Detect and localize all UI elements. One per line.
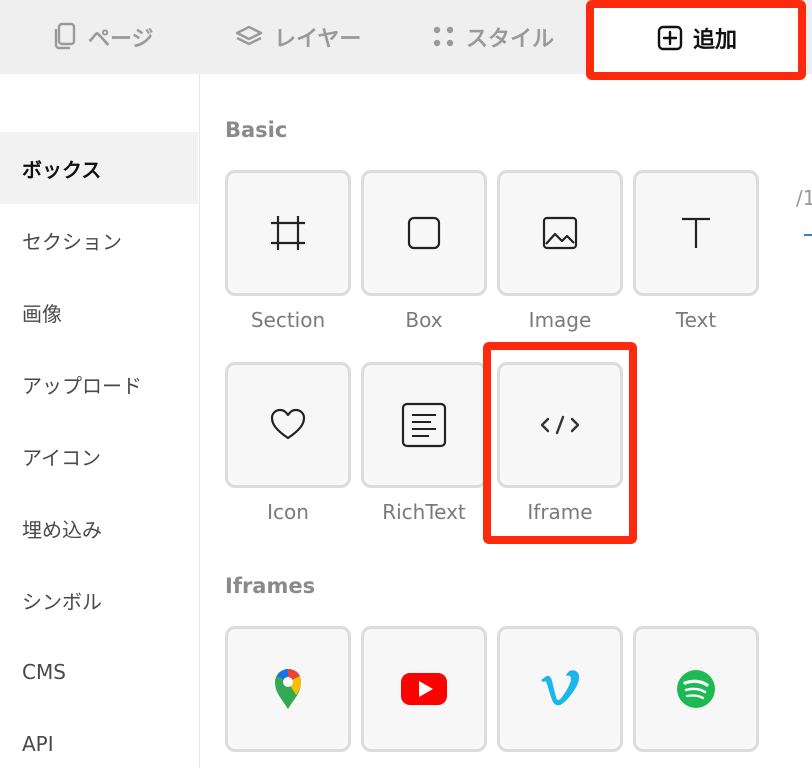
- tile-icon[interactable]: [225, 362, 351, 488]
- tab-pages-label: ページ: [88, 27, 154, 52]
- vimeo-icon: [541, 670, 580, 706]
- tab-styles-label: スタイル: [466, 27, 555, 52]
- add-square-icon: [657, 25, 683, 51]
- category-sidebar: ボックス セクション 画像 アップロード アイコン 埋め込み シンボル CMS …: [0, 74, 200, 768]
- sidebar-item-cms[interactable]: CMS: [0, 636, 198, 708]
- cut-off-panel-text: /1: [796, 186, 812, 210]
- sidebar-item-image[interactable]: 画像: [0, 276, 198, 348]
- tile-text-label: Text: [675, 308, 717, 332]
- sidebar-item-api[interactable]: API: [0, 708, 198, 768]
- sidebar-item-icon[interactable]: アイコン: [0, 420, 198, 492]
- tile-text[interactable]: [633, 170, 759, 296]
- tile-image[interactable]: [497, 170, 623, 296]
- pages-icon: [54, 22, 76, 50]
- tile-vimeo[interactable]: [497, 626, 623, 752]
- sidebar-item-label: 画像: [22, 301, 62, 326]
- tab-add[interactable]: 追加: [594, 2, 800, 74]
- top-tab-bar: ページ レイヤー スタイル 追加: [0, 0, 812, 74]
- tile-section[interactable]: [225, 170, 351, 296]
- sidebar-item-label: 埋め込み: [22, 517, 102, 542]
- sidebar-item-upload[interactable]: アップロード: [0, 348, 198, 420]
- tab-pages[interactable]: ページ: [52, 0, 154, 74]
- sidebar-item-label: シンボル: [22, 589, 102, 614]
- tile-google-maps[interactable]: [225, 626, 351, 752]
- tile-spotify[interactable]: [633, 626, 759, 752]
- tab-layers[interactable]: レイヤー: [234, 0, 361, 74]
- tile-richtext-label: RichText: [382, 500, 466, 524]
- sidebar-item-label: アイコン: [22, 445, 101, 470]
- text-t-icon: [682, 217, 710, 248]
- tab-layers-label: レイヤー: [274, 27, 362, 52]
- tile-iframe[interactable]: [497, 362, 623, 488]
- sidebar-item-label: CMS: [22, 660, 66, 684]
- tile-iframe-label: Iframe: [527, 500, 593, 524]
- tile-box-label: Box: [405, 308, 443, 332]
- sidebar-item-box[interactable]: ボックス: [0, 132, 198, 204]
- tab-add-label: 追加: [692, 28, 737, 53]
- styles-icon: [433, 26, 454, 47]
- element-panel: Basic Section Box Image Text Icon RichTe…: [201, 74, 812, 768]
- sidebar-item-label: セクション: [22, 229, 122, 254]
- heart-icon: [270, 408, 306, 440]
- tile-image-label: Image: [528, 308, 592, 332]
- sidebar-item-label: ボックス: [22, 157, 102, 182]
- rich-text-icon: [401, 402, 447, 448]
- crop-frame-icon: [271, 216, 305, 250]
- layers-icon: [235, 25, 263, 46]
- sidebar-item-symbol[interactable]: シンボル: [0, 564, 198, 636]
- spotify-icon: [677, 670, 715, 708]
- tab-styles[interactable]: スタイル: [432, 0, 554, 74]
- section-title-basic: Basic: [225, 118, 288, 142]
- sidebar-item-embed[interactable]: 埋め込み: [0, 492, 198, 564]
- image-icon: [542, 216, 578, 250]
- code-icon: [540, 415, 580, 435]
- tile-box[interactable]: [361, 170, 487, 296]
- youtube-icon: [401, 673, 447, 705]
- sidebar-item-label: アップロード: [22, 373, 142, 398]
- square-icon: [407, 216, 441, 250]
- section-title-iframes: Iframes: [225, 574, 316, 598]
- tile-icon-label: Icon: [267, 500, 309, 524]
- google-maps-icon: [275, 668, 302, 709]
- cut-off-panel-underline: [804, 234, 812, 236]
- sidebar-item-label: API: [22, 732, 54, 756]
- tile-richtext[interactable]: [361, 362, 487, 488]
- tile-section-label: Section: [250, 308, 326, 332]
- sidebar-item-section[interactable]: セクション: [0, 204, 198, 276]
- tile-youtube[interactable]: [361, 626, 487, 752]
